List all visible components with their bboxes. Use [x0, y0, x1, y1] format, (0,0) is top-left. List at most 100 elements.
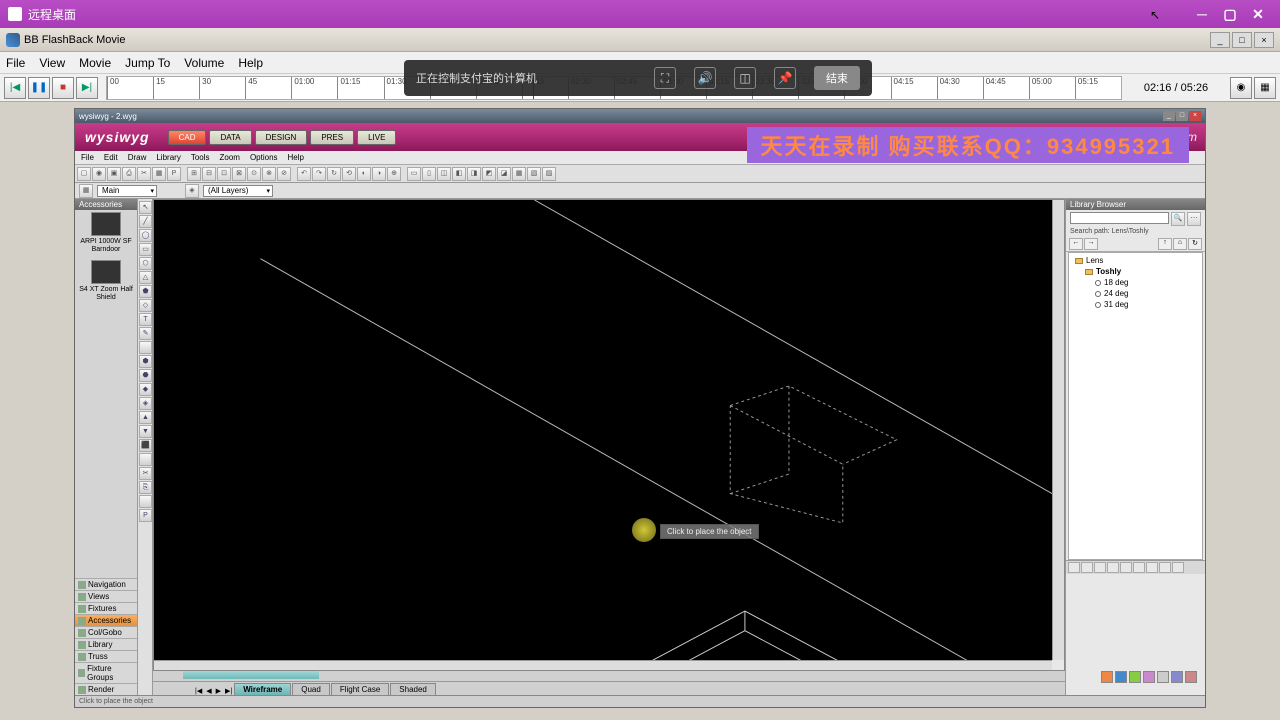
lib-footer-btn-5[interactable]: [1133, 562, 1145, 573]
wys-library-search-input[interactable]: [1070, 212, 1169, 224]
wys-vertical-scrollbar[interactable]: [1052, 200, 1064, 660]
wys-vtool-7[interactable]: ◇: [139, 299, 152, 312]
wys-menu-zoom[interactable]: Zoom: [220, 153, 240, 162]
wys-menu-options[interactable]: Options: [250, 153, 278, 162]
tree-item[interactable]: Lens: [1073, 255, 1198, 266]
wys-vtool-21[interactable]: [139, 495, 152, 508]
tree-item[interactable]: 18 deg: [1073, 277, 1198, 288]
wys-toolbar-btn-16[interactable]: ↶: [297, 167, 311, 181]
fb-export-button[interactable]: ▦: [1254, 77, 1276, 99]
wys-vtool-2[interactable]: ◯: [139, 229, 152, 242]
wys-toolbar-btn-6[interactable]: P: [167, 167, 181, 181]
lib-fwd-icon[interactable]: →: [1084, 238, 1098, 250]
wys-toolbar-btn-27[interactable]: ◧: [452, 167, 466, 181]
wys-toolbar-btn-25[interactable]: ▯: [422, 167, 436, 181]
wys-toolbar-btn-20[interactable]: ◐: [357, 167, 371, 181]
tree-item[interactable]: 24 deg: [1073, 288, 1198, 299]
nav-item-views[interactable]: Views: [75, 590, 137, 602]
fb-menu-movie[interactable]: Movie: [79, 56, 111, 70]
tab-nav-button[interactable]: ▶|: [223, 687, 234, 695]
wys-vtool-19[interactable]: ✂: [139, 467, 152, 480]
wys-vtool-17[interactable]: ⬛: [139, 439, 152, 452]
wys-vtool-8[interactable]: T: [139, 313, 152, 326]
wys-vtool-0[interactable]: ↖: [139, 201, 152, 214]
overlay-window-icon[interactable]: ◫: [734, 67, 756, 89]
wys-menu-library[interactable]: Library: [156, 153, 180, 162]
view-tab-flight-case[interactable]: Flight Case: [331, 683, 389, 695]
wys-layer-btn[interactable]: ◈: [185, 184, 199, 198]
fb-minimize-button[interactable]: _: [1210, 32, 1230, 48]
wys-vtool-12[interactable]: ⬣: [139, 369, 152, 382]
rd-maximize-button[interactable]: ▢: [1216, 4, 1244, 24]
wys-toolbar-btn-17[interactable]: ↷: [312, 167, 326, 181]
wys-toolbar-btn-33[interactable]: ▨: [542, 167, 556, 181]
wys-toolbar-btn-32[interactable]: ▧: [527, 167, 541, 181]
lib-footer-btn-0[interactable]: [1068, 562, 1080, 573]
wys-vtool-3[interactable]: ▭: [139, 243, 152, 256]
accessory-item[interactable]: ARPI 1000W SF Barndoor: [77, 212, 135, 254]
accessory-item[interactable]: S4 XT Zoom Half Shield: [77, 260, 135, 302]
fb-skip-start-button[interactable]: |◀: [4, 77, 26, 99]
wys-toolbar-btn-10[interactable]: ⊡: [217, 167, 231, 181]
overlay-pin-icon[interactable]: 📌: [774, 67, 796, 89]
tray-icon-2[interactable]: [1115, 671, 1127, 683]
view-tab-wireframe[interactable]: Wireframe: [234, 683, 291, 695]
fb-close-button[interactable]: ×: [1254, 32, 1274, 48]
wys-mode-live[interactable]: LIVE: [357, 130, 396, 145]
wys-toolbar-btn-31[interactable]: ▦: [512, 167, 526, 181]
wys-vtool-10[interactable]: [139, 341, 152, 354]
nav-item-library[interactable]: Library: [75, 638, 137, 650]
overlay-audio-icon[interactable]: 🔊: [694, 67, 716, 89]
nav-item-fixtures[interactable]: Fixtures: [75, 602, 137, 614]
fb-marker-button[interactable]: ◉: [1230, 77, 1252, 99]
wys-vtool-20[interactable]: ⎘: [139, 481, 152, 494]
wys-toolbar-btn-14[interactable]: ⊘: [277, 167, 291, 181]
wys-toolbar-btn-22[interactable]: ⊕: [387, 167, 401, 181]
wys-vtool-13[interactable]: ◆: [139, 383, 152, 396]
wys-toolbar-btn-9[interactable]: ⊟: [202, 167, 216, 181]
wys-vtool-1[interactable]: ╱: [139, 215, 152, 228]
tree-item[interactable]: Toshly: [1073, 266, 1198, 277]
wys-layer-selector[interactable]: (All Layers): [203, 185, 273, 197]
wys-vtool-14[interactable]: ◈: [139, 397, 152, 410]
nav-item-accessories[interactable]: Accessories: [75, 614, 137, 626]
nav-item-navigation[interactable]: Navigation: [75, 578, 137, 590]
lib-footer-btn-8[interactable]: [1172, 562, 1184, 573]
view-tab-quad[interactable]: Quad: [292, 683, 330, 695]
wys-toolbar-btn-8[interactable]: ⊞: [187, 167, 201, 181]
overlay-fullscreen-icon[interactable]: ⛶: [654, 67, 676, 89]
wys-toolbar-btn-0[interactable]: ▢: [77, 167, 91, 181]
wys-vtool-15[interactable]: ▲: [139, 411, 152, 424]
fb-skip-end-button[interactable]: ▶|: [76, 77, 98, 99]
tray-icon-7[interactable]: [1185, 671, 1197, 683]
wys-toolbar-btn-28[interactable]: ◨: [467, 167, 481, 181]
fb-stop-button[interactable]: ■: [52, 77, 74, 99]
lib-footer-btn-2[interactable]: [1094, 562, 1106, 573]
lib-footer-btn-1[interactable]: [1081, 562, 1093, 573]
wys-library-tree[interactable]: LensToshly18 deg24 deg31 deg: [1068, 252, 1203, 560]
lib-footer-btn-4[interactable]: [1120, 562, 1132, 573]
wys-vtool-9[interactable]: ✎: [139, 327, 152, 340]
wys-menu-file[interactable]: File: [81, 153, 94, 162]
wys-mode-cad[interactable]: CAD: [168, 130, 207, 145]
lib-home-icon[interactable]: ⌂: [1173, 238, 1187, 250]
tree-item[interactable]: 31 deg: [1073, 299, 1198, 310]
wys-toolbar-btn-30[interactable]: ◪: [497, 167, 511, 181]
wys-toolbar-btn-11[interactable]: ⊠: [232, 167, 246, 181]
wys-vtool-18[interactable]: [139, 453, 152, 466]
wys-close-button[interactable]: ×: [1189, 111, 1201, 121]
wys-mode-data[interactable]: DATA: [209, 130, 251, 145]
lib-footer-btn-6[interactable]: [1146, 562, 1158, 573]
lib-up-icon[interactable]: ↑: [1158, 238, 1172, 250]
overlay-end-button[interactable]: 结束: [814, 66, 860, 90]
wys-menu-help[interactable]: Help: [288, 153, 304, 162]
tab-nav-button[interactable]: ▶: [214, 687, 223, 695]
wys-toolbar-btn-3[interactable]: ⎙: [122, 167, 136, 181]
fb-menu-volume[interactable]: Volume: [184, 56, 224, 70]
wys-toolbar-btn-5[interactable]: ▦: [152, 167, 166, 181]
wys-menu-tools[interactable]: Tools: [191, 153, 210, 162]
wys-3d-canvas[interactable]: Click to place the object: [154, 200, 1052, 660]
nav-item-render[interactable]: Render: [75, 683, 137, 695]
wys-toolbar-btn-4[interactable]: ✂: [137, 167, 151, 181]
fb-menu-help[interactable]: Help: [238, 56, 263, 70]
